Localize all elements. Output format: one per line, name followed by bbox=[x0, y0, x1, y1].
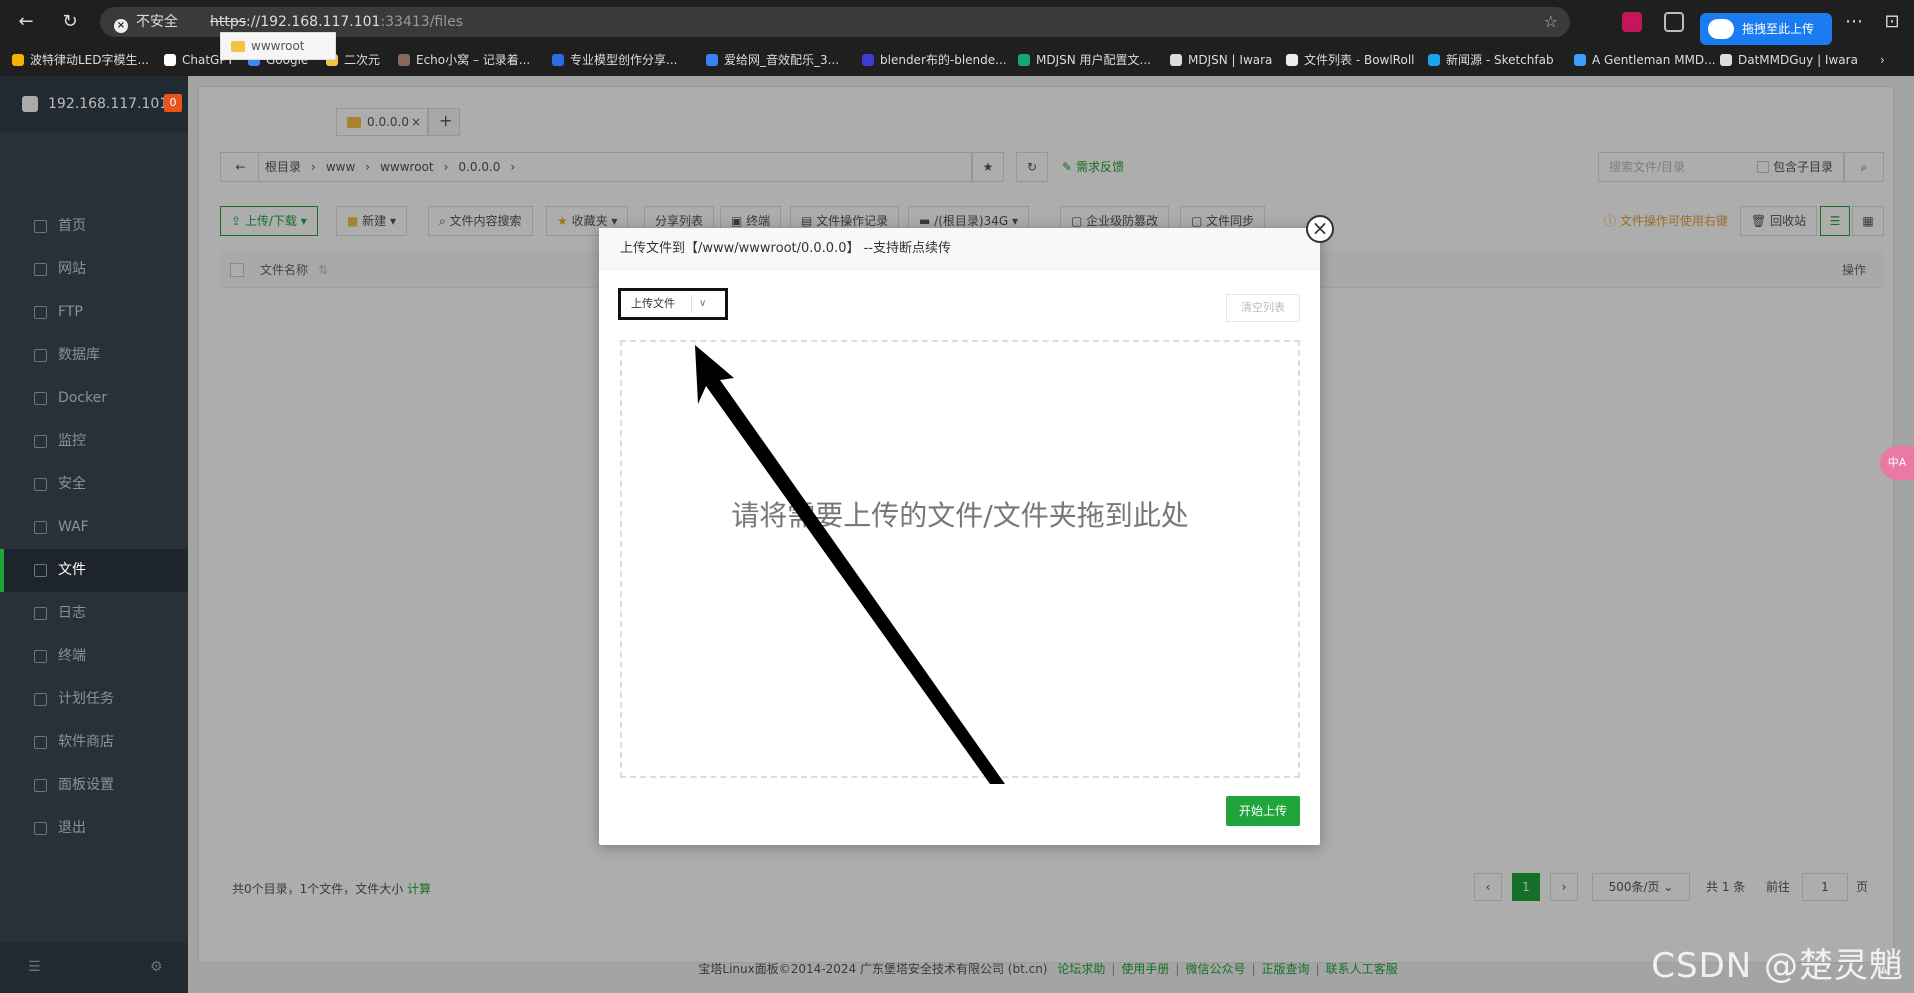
drag-upload-extension-button[interactable]: 拖拽至此上传 bbox=[1700, 13, 1832, 45]
bookmark-item[interactable]: MDJSN 用户配置文... bbox=[1018, 48, 1151, 72]
close-dialog-icon[interactable]: × bbox=[1306, 215, 1334, 243]
extensions-icon[interactable] bbox=[1664, 12, 1684, 32]
watermark: CSDN @楚灵魈 bbox=[1651, 946, 1904, 986]
bookmark-item[interactable]: 文件列表 - BowlRoll bbox=[1286, 48, 1415, 72]
sidebar-item[interactable]: 安全 bbox=[0, 463, 188, 506]
bookmark-item[interactable]: A Gentleman MMD... bbox=[1574, 48, 1716, 72]
menu-icon bbox=[34, 349, 47, 362]
bookmark-favicon-icon bbox=[1428, 54, 1440, 66]
sidebar-item[interactable]: 终端 bbox=[0, 635, 188, 678]
sidebar-item[interactable]: 监控 bbox=[0, 420, 188, 463]
bookmark-item[interactable]: Echo小窝 – 记录着... bbox=[398, 48, 530, 72]
folder-icon bbox=[231, 41, 245, 52]
bookmarks-overflow-icon[interactable]: › bbox=[1880, 48, 1885, 72]
bookmark-favicon-icon bbox=[862, 54, 874, 66]
reload-icon[interactable]: ↻ bbox=[58, 10, 82, 34]
bookmark-item[interactable]: MDJSN | Iwara bbox=[1170, 48, 1272, 72]
more-menu-icon[interactable]: ⋯ bbox=[1842, 10, 1866, 34]
menu-icon bbox=[34, 564, 47, 577]
menu-icon bbox=[34, 521, 47, 534]
menu-icon bbox=[34, 392, 47, 405]
sidebar-item[interactable]: 文件 bbox=[0, 549, 188, 592]
upload-type-select[interactable]: 上传文件 ∨ bbox=[618, 288, 728, 320]
collapse-icon[interactable]: ☰ bbox=[28, 959, 41, 975]
sidebar-item[interactable]: WAF bbox=[0, 506, 188, 549]
sidebar-item[interactable]: Docker bbox=[0, 377, 188, 420]
sidebar-item[interactable]: 数据库 bbox=[0, 334, 188, 377]
start-upload-button[interactable]: 开始上传 bbox=[1226, 796, 1300, 826]
menu-icon bbox=[34, 822, 47, 835]
menu-icon bbox=[34, 607, 47, 620]
sidebar-item[interactable]: 网站 bbox=[0, 248, 188, 291]
server-icon bbox=[22, 96, 38, 112]
sidebar-item[interactable]: FTP bbox=[0, 291, 188, 334]
not-secure-icon: × bbox=[114, 19, 128, 33]
alert-badge[interactable]: 0 bbox=[164, 94, 182, 112]
back-icon[interactable]: ← bbox=[14, 10, 38, 34]
bookmark-favicon-icon bbox=[164, 54, 176, 66]
translate-extension-icon[interactable] bbox=[1622, 12, 1642, 32]
sidebar-footer: ☰ ⚙ bbox=[0, 943, 188, 993]
bookmark-favicon-icon bbox=[1170, 54, 1182, 66]
translate-fab-icon[interactable]: 中A bbox=[1880, 446, 1914, 480]
bookmark-favicon-icon bbox=[1018, 54, 1030, 66]
server-header: 192.168.117.101 0 bbox=[0, 76, 188, 132]
bookmark-item[interactable]: 爱给网_音效配乐_3... bbox=[706, 48, 839, 72]
bookmark-favicon-icon bbox=[398, 54, 410, 66]
sidebar-item[interactable]: 软件商店 bbox=[0, 721, 188, 764]
bookmark-favicon-icon bbox=[1574, 54, 1586, 66]
bookmark-favicon-icon bbox=[1286, 54, 1298, 66]
chevron-down-icon: ∨ bbox=[699, 298, 707, 309]
menu-icon bbox=[34, 650, 47, 663]
settings-icon[interactable]: ⚙ bbox=[150, 959, 163, 975]
sidebar-item[interactable]: 日志 bbox=[0, 592, 188, 635]
bookmark-favicon-icon bbox=[1720, 54, 1732, 66]
bookmark-item[interactable]: 波特律动LED字模生... bbox=[12, 48, 149, 72]
menu-icon bbox=[34, 478, 47, 491]
sidebar-item[interactable]: 退出 bbox=[0, 807, 188, 850]
sidebar-item[interactable]: 计划任务 bbox=[0, 678, 188, 721]
menu-icon bbox=[34, 779, 47, 792]
bookmark-item[interactable]: 新闻源 - Sketchfab bbox=[1428, 48, 1554, 72]
dialog-title: 上传文件到【/www/wwwroot/0.0.0.0】 --支持断点续传 bbox=[599, 228, 1320, 270]
bookmark-star-icon[interactable]: ☆ bbox=[1544, 7, 1558, 37]
sidebar-item[interactable]: 面板设置 bbox=[0, 764, 188, 807]
bookmark-favicon-icon bbox=[552, 54, 564, 66]
annotation-arrow-icon bbox=[695, 345, 1005, 784]
security-indicator[interactable]: × 不安全 bbox=[114, 7, 178, 37]
bookmark-item[interactable]: DatMMDGuy | Iwara bbox=[1720, 48, 1858, 72]
menu-icon bbox=[34, 693, 47, 706]
bookmark-favicon-icon bbox=[12, 54, 24, 66]
bookmark-favicon-icon bbox=[706, 54, 718, 66]
sidebar: 192.168.117.101 0 首页 网站 FTP 数据库 Docker 监控 安全 WA… bbox=[0, 76, 188, 993]
menu-icon bbox=[34, 435, 47, 448]
sidebar-toggle-icon[interactable]: ⊡ bbox=[1880, 10, 1904, 34]
bookmark-item[interactable]: 专业模型创作分享... bbox=[552, 48, 677, 72]
menu-icon bbox=[34, 220, 47, 233]
bookmark-item[interactable]: blender布的-blende... bbox=[862, 48, 1007, 72]
clear-list-button[interactable]: 清空列表 bbox=[1226, 294, 1300, 322]
tab-wwwroot[interactable]: wwwroot bbox=[220, 32, 336, 60]
menu-icon bbox=[34, 263, 47, 276]
cloud-icon bbox=[1708, 19, 1734, 39]
menu-icon bbox=[34, 736, 47, 749]
sidebar-item[interactable]: 首页 bbox=[0, 205, 188, 248]
menu-icon bbox=[34, 306, 47, 319]
